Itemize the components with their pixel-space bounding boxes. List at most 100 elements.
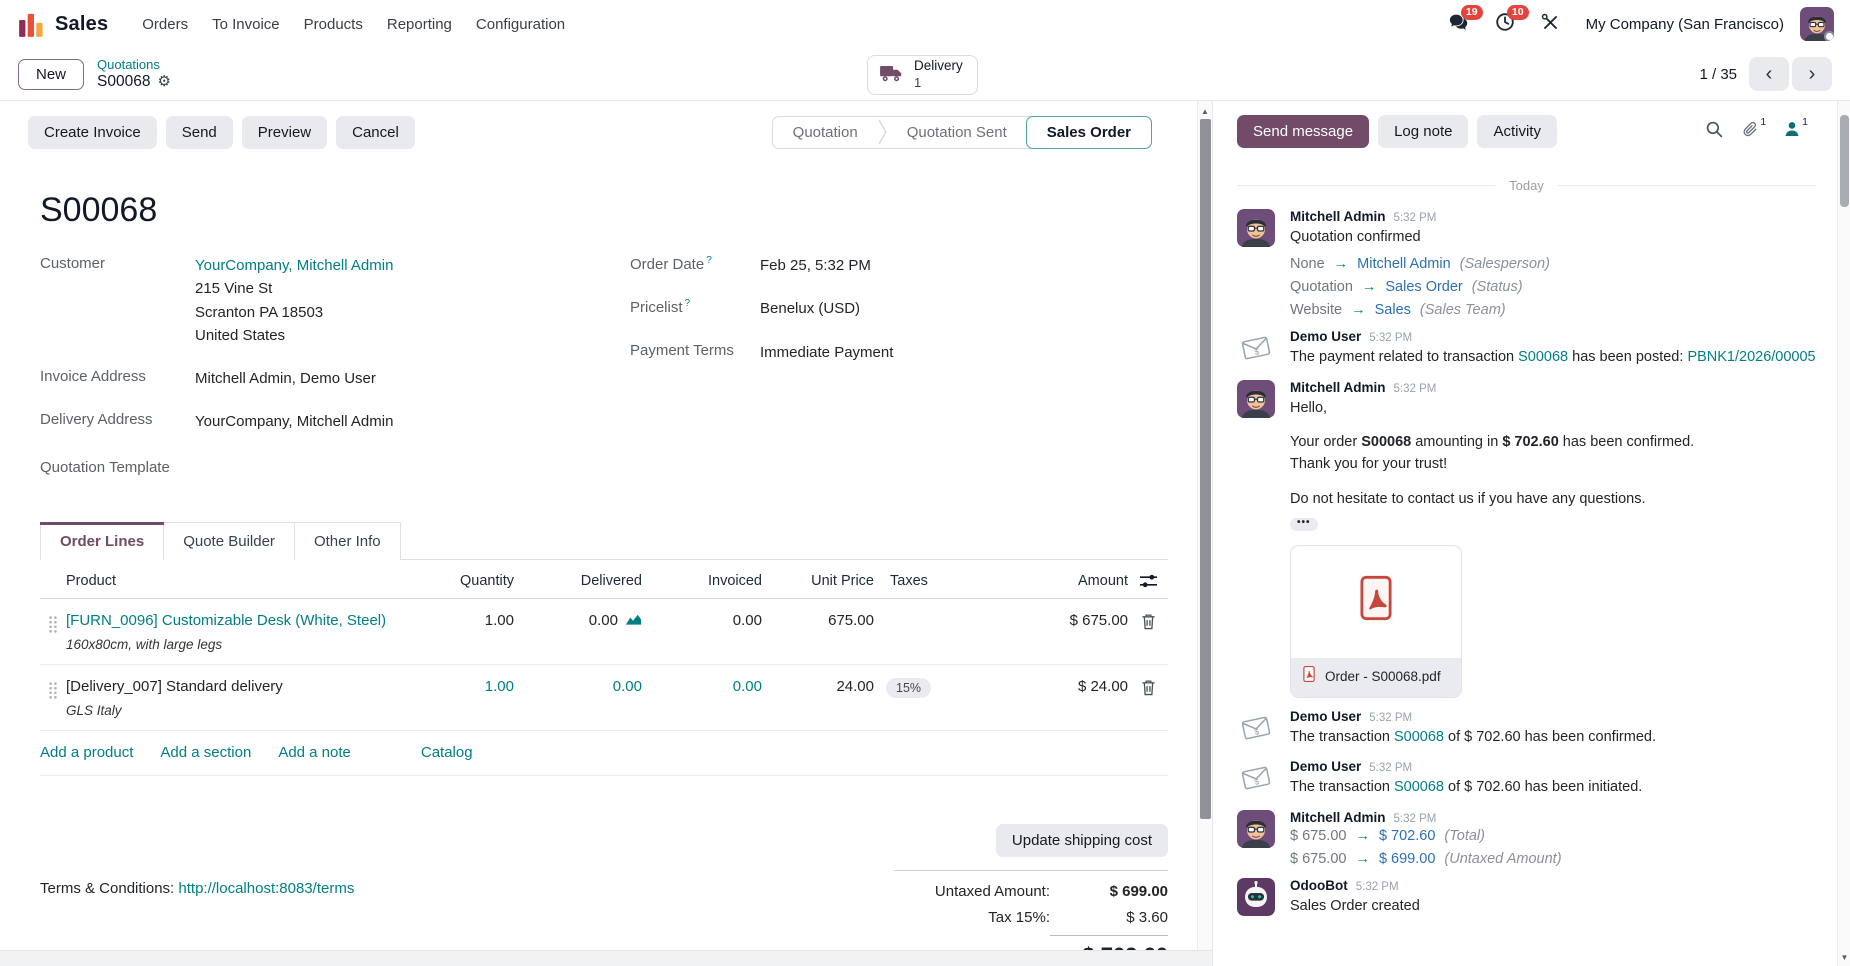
menu-to-invoice[interactable]: To Invoice	[200, 8, 292, 41]
tracking-new-value[interactable]: $ 702.60	[1379, 828, 1435, 844]
activity-button[interactable]: Activity	[1477, 115, 1557, 148]
drag-handle-icon[interactable]	[40, 610, 66, 634]
add-product-link[interactable]: Add a product	[40, 744, 133, 761]
tab-order-lines[interactable]: Order Lines	[40, 521, 165, 560]
forecast-chart-icon[interactable]	[625, 612, 642, 630]
payment-terms-value[interactable]: Immediate Payment	[760, 341, 893, 364]
app-name[interactable]: Sales	[55, 13, 108, 36]
new-button[interactable]: New	[18, 58, 85, 90]
invoiced-cell[interactable]: 0.00	[654, 676, 774, 695]
order-reference-link[interactable]: S00068	[1518, 349, 1568, 365]
delivery-address-value[interactable]: YourCompany, Mitchell Admin	[195, 410, 393, 433]
message-author[interactable]: OdooBot	[1290, 878, 1348, 893]
cancel-button[interactable]: Cancel	[336, 115, 415, 149]
search-messages-button[interactable]	[1705, 120, 1724, 139]
messages-badge: 19	[1460, 5, 1483, 20]
tracking-new-value[interactable]: $ 699.00	[1379, 851, 1435, 867]
scrollbar-thumb[interactable]	[1199, 119, 1211, 819]
terms-link[interactable]: http://localhost:8083/terms	[178, 880, 354, 897]
delete-row-icon[interactable]	[1128, 676, 1168, 696]
order-reference-link[interactable]: S00068	[1394, 779, 1444, 795]
message-author[interactable]: Mitchell Admin	[1290, 380, 1386, 395]
invoice-address-value[interactable]: Mitchell Admin, Demo User	[195, 367, 376, 390]
pricelist-value[interactable]: Benelux (USD)	[760, 297, 860, 320]
status-sales-order[interactable]: Sales Order	[1025, 115, 1152, 149]
scrollbar-thumb[interactable]	[1840, 115, 1849, 207]
order-line-row[interactable]: [Delivery_007] Standard delivery GLS Ita…	[40, 665, 1168, 731]
delivered-cell[interactable]: 0.00	[589, 612, 618, 629]
order-line-row[interactable]: [FURN_0096] Customizable Desk (White, St…	[40, 599, 1168, 665]
avatar-envelope-icon[interactable]: $	[1237, 759, 1275, 797]
status-quotation[interactable]: Quotation	[773, 117, 878, 148]
delete-row-icon[interactable]	[1128, 610, 1168, 630]
pager-next-button[interactable]: ›	[1792, 57, 1832, 91]
log-note-button[interactable]: Log note	[1378, 115, 1469, 148]
odoo-app-logo-icon[interactable]	[18, 11, 45, 38]
avatar-mitchell[interactable]	[1237, 379, 1275, 418]
messages-button[interactable]: 19	[1442, 5, 1483, 40]
preview-button[interactable]: Preview	[241, 115, 328, 149]
avatar-envelope-icon[interactable]: $	[1237, 329, 1275, 367]
quantity-cell[interactable]: 1.00	[430, 676, 526, 695]
add-note-link[interactable]: Add a note	[278, 744, 351, 761]
avatar-mitchell[interactable]	[1237, 810, 1275, 848]
menu-configuration[interactable]: Configuration	[464, 8, 577, 41]
send-button[interactable]: Send	[165, 115, 233, 149]
tracking-new-value[interactable]: Sales	[1375, 302, 1411, 318]
create-invoice-button[interactable]: Create Invoice	[28, 115, 157, 149]
unit-price-cell[interactable]: 24.00	[774, 676, 886, 695]
update-shipping-cost-button[interactable]: Update shipping cost	[995, 823, 1168, 857]
status-quotation-sent[interactable]: Quotation Sent	[887, 117, 1027, 148]
message-author[interactable]: Demo User	[1290, 329, 1361, 344]
menu-orders[interactable]: Orders	[130, 8, 200, 41]
user-avatar[interactable]	[1800, 7, 1834, 41]
delivery-smart-button[interactable]: Delivery 1	[867, 55, 978, 95]
payment-entry-link[interactable]: PBNK1/2026/00005	[1687, 349, 1815, 365]
avatar-mitchell[interactable]	[1237, 209, 1275, 247]
product-link[interactable]: [FURN_0096] Customizable Desk (White, St…	[66, 612, 386, 629]
drag-handle-icon[interactable]	[40, 676, 66, 700]
invoiced-cell[interactable]: 0.00	[654, 610, 774, 629]
avatar-odoobot[interactable]	[1237, 878, 1275, 916]
tracking-new-value[interactable]: Sales Order	[1385, 279, 1462, 295]
followers-button[interactable]: 1	[1783, 116, 1808, 142]
avatar-envelope-icon[interactable]: $	[1237, 709, 1275, 747]
message-author[interactable]: Demo User	[1290, 709, 1361, 724]
message-author[interactable]: Mitchell Admin	[1290, 810, 1386, 825]
tax-badge[interactable]: 15%	[886, 677, 932, 698]
debug-tools-button[interactable]	[1534, 8, 1568, 40]
message-author[interactable]: Mitchell Admin	[1290, 209, 1386, 224]
order-date-value[interactable]: Feb 25, 5:32 PM	[760, 254, 871, 277]
expand-message-button[interactable]: •••	[1290, 517, 1318, 531]
attachment-card[interactable]: Order - S00068.pdf	[1290, 545, 1462, 698]
order-reference-link[interactable]: S00068	[1394, 729, 1444, 745]
add-section-link[interactable]: Add a section	[160, 744, 251, 761]
optional-columns-icon[interactable]	[1128, 573, 1168, 589]
menu-reporting[interactable]: Reporting	[375, 8, 464, 41]
chatter-scrollbar[interactable]: ▼	[1837, 101, 1850, 966]
send-message-button[interactable]: Send message	[1237, 115, 1370, 148]
message-author[interactable]: Demo User	[1290, 759, 1361, 774]
company-switcher[interactable]: My Company (San Francisco)	[1586, 16, 1784, 33]
customer-link[interactable]: YourCompany, Mitchell Admin	[195, 257, 393, 274]
form-scrollbar[interactable]: ▲	[1197, 101, 1212, 950]
tab-other-info[interactable]: Other Info	[294, 521, 401, 560]
delivered-cell[interactable]: 0.00	[526, 676, 654, 695]
attachment-preview[interactable]	[1291, 546, 1461, 658]
menu-products[interactable]: Products	[292, 8, 375, 41]
tab-quote-builder[interactable]: Quote Builder	[164, 521, 295, 560]
quantity-cell[interactable]: 1.00	[430, 610, 526, 629]
tracking-new-value[interactable]: Mitchell Admin	[1357, 256, 1450, 272]
activities-button[interactable]: 10	[1488, 5, 1529, 40]
catalog-link[interactable]: Catalog	[421, 744, 473, 761]
taxes-cell[interactable]	[886, 610, 978, 612]
scroll-down-icon[interactable]: ▼	[1838, 953, 1850, 962]
pager-previous-button[interactable]: ‹	[1749, 57, 1789, 91]
settings-gear-icon[interactable]: ⚙	[157, 74, 170, 89]
attachments-button[interactable]: 1	[1741, 116, 1766, 143]
attachment-filename[interactable]: Order - S00068.pdf	[1325, 667, 1441, 687]
breadcrumb-quotations[interactable]: Quotations	[97, 57, 171, 73]
product-name[interactable]: [Delivery_007] Standard delivery	[66, 678, 283, 695]
scroll-up-icon[interactable]: ▲	[1201, 108, 1209, 116]
unit-price-cell[interactable]: 675.00	[774, 610, 886, 629]
